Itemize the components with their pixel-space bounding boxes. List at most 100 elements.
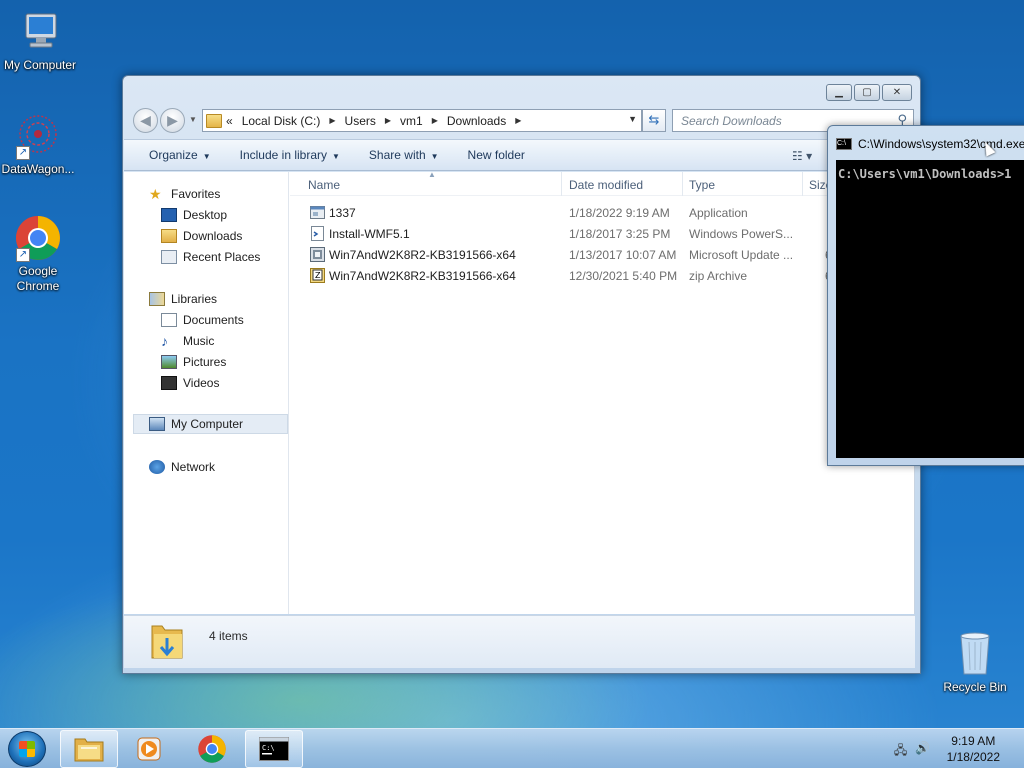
breadcrumb-downloads[interactable]: Downloads [447,114,506,128]
file-row[interactable]: Win7AndW2K8R2-KB3191566-x64 1/13/2017 10… [290,244,915,265]
search-placeholder: Search Downloads [681,114,782,128]
refresh-button[interactable]: ⇆ [642,109,666,132]
explorer-content: ★ Favorites Desktop Downloads Recent Pla… [124,172,915,614]
msu-package-icon [310,247,325,262]
computer-icon [149,417,165,431]
pictures-icon [161,355,177,369]
application-icon [310,206,325,219]
desktop-icon-google-chrome[interactable]: ↗ Google Chrome [0,214,78,294]
nav-label: Libraries [171,292,218,306]
libraries-icon [149,292,165,306]
minimize-button[interactable]: ▁ [826,84,852,101]
file-row[interactable]: Z Win7AndW2K8R2-KB3191566-x64 12/30/2021… [290,265,915,286]
taskbar-media-player[interactable] [120,730,178,768]
cmd-title-bar[interactable]: C:\ C:\Windows\system32\cmd.exe [836,137,1024,151]
file-name: 1337 [329,206,356,220]
breadcrumb-separator-icon[interactable]: ▶ [515,116,521,125]
close-button[interactable]: ✕ [882,84,912,101]
forward-button[interactable]: ▶ [160,108,185,133]
nav-desktop[interactable]: Desktop [161,205,227,225]
recent-pages-dropdown[interactable]: ▼ [189,115,197,124]
include-in-library-button[interactable]: Include in library ▼ [240,148,340,162]
column-divider[interactable] [802,172,803,196]
organize-label: Organize [149,148,198,162]
file-row[interactable]: Install-WMF5.1 1/18/2017 3:25 PM Windows… [290,223,915,244]
nav-documents[interactable]: Documents [161,310,244,330]
taskbar-chrome[interactable] [183,730,241,768]
sort-ascending-icon: ▲ [428,172,436,179]
taskbar-explorer[interactable] [60,730,118,768]
column-header-row: ▲ Name Date modified Type Size [290,172,915,196]
change-view-button[interactable]: ☷ ▾ [792,149,812,163]
back-button[interactable]: ◀ [133,108,158,133]
cmd-console[interactable]: C:\Users\vm1\Downloads>1 [836,160,1024,458]
address-bar[interactable]: « Local Disk (C:) ▶ Users ▶ vm1 ▶ Downlo… [202,109,642,132]
nav-label: My Computer [171,417,244,431]
desktop-icon-label: DataWagon... [1,162,75,176]
nav-network[interactable]: Network [149,457,215,477]
file-row[interactable]: 1337 1/18/2022 9:19 AM Application [290,202,915,223]
breadcrumb-local-disk[interactable]: Local Disk (C:) [242,114,321,128]
nav-label: Downloads [183,229,243,243]
desktop-icon-label: Recycle Bin [943,680,1007,694]
start-button[interactable] [8,731,46,767]
volume-icon[interactable]: 🔊 [915,741,931,757]
explorer-window: ▁ ▢ ✕ ◀ ▶ ▼ « Local Disk (C:) ▶ Users ▶ … [122,75,921,674]
file-date: 1/18/2017 3:25 PM [569,227,671,241]
column-name[interactable]: Name [308,178,340,192]
desktop-icon-label: My Computer [3,58,77,72]
desktop-icon-datawagon[interactable]: ↗ DataWagon... [0,112,78,177]
cmd-prompt-text: C:\Users\vm1\Downloads>1 [838,167,1012,181]
refresh-icon: ⇆ [648,112,660,127]
datawagon-icon: ↗ [14,112,62,160]
nav-videos[interactable]: Videos [161,373,219,393]
nav-label: Documents [183,313,244,327]
address-history-dropdown-icon[interactable]: ▼ [628,114,637,124]
nav-favorites[interactable]: ★ Favorites [149,184,220,204]
file-date: 12/30/2021 5:40 PM [569,269,678,283]
breadcrumb-separator-icon[interactable]: ▶ [329,116,335,125]
taskbar: C:\ 🖧 🔊 9:19 AM 1/18/2022 [0,728,1024,768]
nav-music[interactable]: ♪ Music [161,331,214,351]
breadcrumb-separator-icon[interactable]: ▶ [432,116,438,125]
nav-recent-places[interactable]: Recent Places [161,247,260,267]
desktop-icon-recycle-bin[interactable]: Recycle Bin [935,630,1015,695]
windows-logo-icon-lower [19,749,35,757]
nav-my-computer[interactable]: My Computer [133,414,288,434]
new-folder-button[interactable]: New folder [468,148,525,162]
nav-label: Desktop [183,208,228,222]
file-type: Microsoft Update ... [689,248,794,262]
share-with-button[interactable]: Share with ▼ [369,148,439,162]
file-name: Win7AndW2K8R2-KB3191566-x64 [329,269,516,283]
nav-pictures[interactable]: Pictures [161,352,226,372]
cmd-title: C:\Windows\system32\cmd.exe [858,137,1024,151]
breadcrumb-users[interactable]: Users [345,114,376,128]
forward-arrow-icon: ▶ [167,112,178,128]
taskbar-cmd[interactable]: C:\ [245,730,303,768]
chevron-down-icon: ▼ [202,152,211,161]
svg-text:Z: Z [315,271,321,280]
breadcrumb-vm1[interactable]: vm1 [400,114,423,128]
nav-label: Videos [183,376,220,390]
clock[interactable]: 9:19 AM 1/18/2022 [947,733,1000,765]
item-count: 4 items [209,629,248,643]
organize-button[interactable]: Organize ▼ [149,148,211,162]
desktop-icon-my-computer[interactable]: My Computer [0,8,80,73]
breadcrumb-separator-icon[interactable]: ▶ [385,116,391,125]
column-type[interactable]: Type [689,178,715,192]
network-status-icon[interactable]: 🖧 [893,741,909,757]
column-date-modified[interactable]: Date modified [569,178,643,192]
file-date: 1/13/2017 10:07 AM [569,248,677,262]
address-overflow-chevron[interactable]: « [226,114,233,128]
desktop-icon-label: Google Chrome [16,264,60,293]
share-with-label: Share with [368,148,426,162]
nav-label: Recent Places [183,250,261,264]
videos-icon [161,376,177,390]
column-divider[interactable] [561,172,562,196]
nav-downloads[interactable]: Downloads [161,226,242,246]
chrome-icon [198,735,226,763]
column-divider[interactable] [682,172,683,196]
maximize-button[interactable]: ▢ [854,84,880,101]
nav-libraries[interactable]: Libraries [149,289,217,309]
cmd-window[interactable]: C:\ C:\Windows\system32\cmd.exe C:\Users… [827,125,1024,466]
